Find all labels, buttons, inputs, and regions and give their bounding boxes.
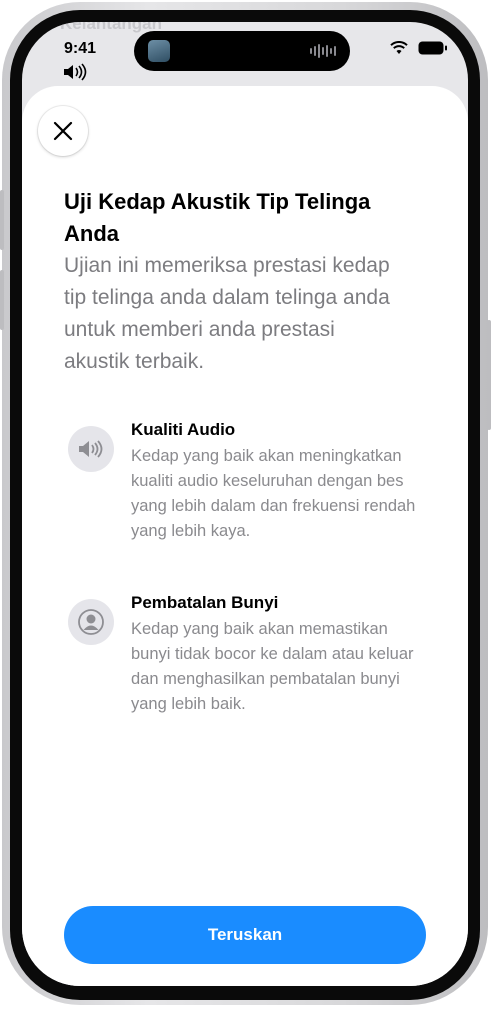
- feature-title: Pembatalan Bunyi: [131, 593, 279, 612]
- album-art-icon: [148, 40, 170, 62]
- status-time: 9:41: [64, 40, 97, 57]
- modal-sheet: Uji Kedap Akustik Tip Telinga Anda Ujian…: [22, 86, 468, 986]
- dynamic-island[interactable]: [134, 31, 350, 71]
- volume-button: [0, 190, 4, 250]
- wifi-icon: [390, 41, 408, 54]
- close-icon: [53, 121, 73, 141]
- power-button: [487, 320, 491, 430]
- feature-description: Kedap yang baik akan meningkatkan kualit…: [131, 447, 416, 540]
- person-noise-cancel-icon: [68, 599, 114, 645]
- page-title: Uji Kedap Akustik Tip Telinga Anda: [64, 189, 371, 246]
- speaker-icon: [68, 426, 114, 472]
- battery-icon: [418, 41, 447, 55]
- screen: Kelantangan 9:41 Uji Kedap Akustik Tip T…: [22, 22, 468, 986]
- volume-button: [0, 270, 4, 330]
- continue-button[interactable]: Teruskan: [64, 906, 426, 964]
- close-button[interactable]: [38, 106, 88, 156]
- feature-description: Kedap yang baik akan memastikan bunyi ti…: [131, 620, 414, 713]
- status-indicators: [390, 41, 448, 55]
- audio-waveform-icon: [310, 44, 336, 58]
- feature-title: Kualiti Audio: [131, 420, 236, 439]
- page-subtitle: Ujian ini memeriksa prestasi kedap tip t…: [64, 254, 390, 373]
- speaker-wave-icon: [62, 63, 90, 86]
